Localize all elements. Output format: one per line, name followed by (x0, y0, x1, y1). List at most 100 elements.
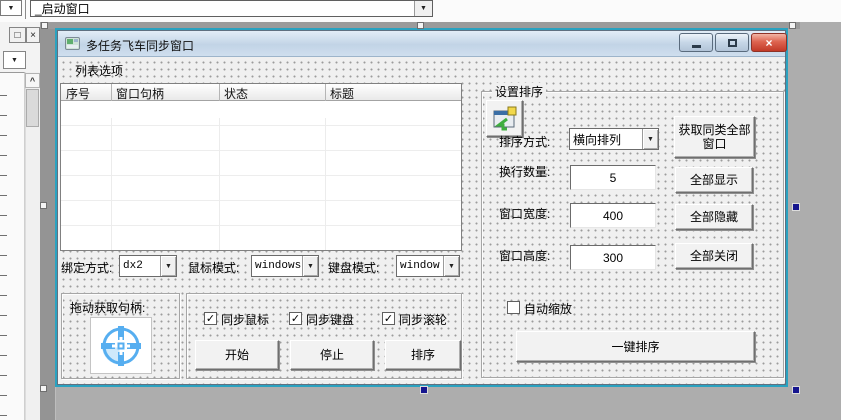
maximize-icon: □ (14, 30, 20, 41)
window-arrange-icon (491, 105, 519, 133)
bind-mode-value: dx2 (120, 256, 160, 276)
sync-keyboard-checkbox[interactable]: ✓ (289, 312, 302, 325)
dropdown-arrow-glyph: ▼ (11, 57, 18, 64)
left-dock-panel: □ × ▼ ^ (0, 22, 40, 420)
keyboard-mode-value: window (397, 256, 443, 276)
chevron-down-icon[interactable]: ▼ (0, 0, 22, 16)
window-height-input[interactable]: 300 (570, 245, 656, 270)
window-title: 多任务飞车同步窗口 (86, 37, 194, 54)
mouse-mode-combobox[interactable]: windows ▼ (251, 255, 319, 277)
close-icon: × (765, 36, 772, 50)
sort-mode-combobox[interactable]: 横向排列 ▼ (569, 128, 659, 150)
column-gridline (325, 118, 326, 250)
host-handle-bottom-left[interactable] (40, 385, 47, 392)
sync-control-panel: ✓ 同步鼠标 ✓ 同步键盘 ✓ 同步滚轮 开始 停止 排序 (186, 293, 462, 379)
chevron-down-icon[interactable]: ▼ (642, 129, 658, 149)
drag-handle-group: 拖动获取句柄: (61, 293, 180, 379)
sync-wheel-checkbox[interactable]: ✓ (382, 312, 395, 325)
sync-mouse-label[interactable]: 同步鼠标 (221, 311, 269, 328)
form-selection-border: 多任务飞车同步窗口 × 列表选项 序号 窗口句柄 状态 标题 (55, 28, 788, 387)
hide-all-button[interactable]: 全部隐藏 (675, 204, 753, 230)
fetch-all-windows-button[interactable]: 获取同类全部窗口 (674, 116, 755, 158)
start-button[interactable]: 开始 (195, 340, 279, 370)
designed-window: 多任务飞车同步窗口 × 列表选项 序号 窗口句柄 状态 标题 (57, 30, 786, 385)
host-handle-left-middle[interactable] (40, 202, 47, 209)
chevron-down-icon[interactable]: ▼ (160, 256, 176, 276)
window-arrange-icon-button[interactable] (486, 100, 523, 137)
column-header-handle[interactable]: 窗口句柄 (111, 85, 164, 102)
window-height-label: 窗口高度: (499, 247, 550, 264)
panel-maximize-button[interactable]: □ (9, 27, 26, 43)
auto-scale-checkbox[interactable] (507, 301, 520, 314)
maximize-icon (728, 39, 737, 47)
scrollbar-thumb[interactable] (26, 89, 39, 127)
up-arrow-icon: ^ (30, 76, 35, 86)
host-handle-top-center[interactable] (417, 22, 424, 29)
column-divider[interactable] (219, 84, 220, 101)
toolbar-divider (25, 0, 26, 19)
sync-mouse-checkbox[interactable]: ✓ (204, 312, 217, 325)
scroll-up-button[interactable]: ^ (25, 73, 40, 88)
maximize-button[interactable] (715, 33, 749, 52)
minimize-icon (692, 45, 701, 48)
window-titlebar[interactable]: 多任务飞车同步窗口 × (58, 31, 785, 57)
wrap-count-input[interactable]: 5 (570, 165, 656, 190)
one-click-sort-button[interactable]: 一键排序 (516, 331, 755, 362)
designer-frame-left (40, 22, 56, 420)
sort-mode-label: 排序方式: (499, 133, 550, 150)
close-all-button[interactable]: 全部关闭 (675, 243, 753, 269)
form-handle-bottom-right[interactable] (792, 386, 800, 394)
chevron-down-icon[interactable]: ▼ (302, 256, 318, 276)
chevron-down-icon[interactable]: ▼ (414, 1, 432, 16)
designer-canvas: 多任务飞车同步窗口 × 列表选项 序号 窗口句柄 状态 标题 (40, 22, 841, 420)
column-gridline (111, 118, 112, 250)
ide-form-designer: ▼ _启动窗口 ▼ □ × ▼ ^ (0, 0, 841, 420)
drag-handle-target[interactable] (90, 317, 152, 374)
sync-wheel-label[interactable]: 同步滚轮 (399, 311, 447, 328)
panel-close-button[interactable]: × (26, 27, 40, 43)
column-divider[interactable] (325, 84, 326, 101)
top-toolbar: ▼ _启动窗口 ▼ (0, 0, 841, 22)
show-all-button[interactable]: 全部显示 (675, 167, 753, 193)
bind-mode-combobox[interactable]: dx2 ▼ (119, 255, 177, 277)
close-button[interactable]: × (751, 33, 787, 52)
host-handle-top-right[interactable] (789, 22, 796, 29)
column-gridline (219, 118, 220, 250)
column-header-index[interactable]: 序号 (61, 85, 90, 102)
keyboard-mode-label: 键盘模式: (328, 259, 379, 276)
form-handle-right-middle[interactable] (792, 203, 800, 211)
sort-mode-value: 横向排列 (570, 129, 642, 149)
stop-button[interactable]: 停止 (290, 340, 374, 370)
crosshair-finder-icon (98, 323, 144, 369)
minimize-button[interactable] (679, 33, 713, 52)
window-width-input[interactable]: 400 (570, 203, 656, 228)
check-icon: ✓ (206, 312, 215, 325)
window-width-label: 窗口宽度: (499, 205, 550, 222)
dropdown-arrow-glyph: ▼ (165, 263, 172, 270)
host-handle-top-left[interactable] (41, 22, 48, 29)
listview-body (61, 101, 461, 250)
chevron-down-icon[interactable]: ▼ (443, 256, 459, 276)
bind-mode-label: 绑定方式: (61, 259, 112, 276)
panel-combo-dropdown[interactable]: ▼ (3, 51, 26, 69)
sync-keyboard-label[interactable]: 同步键盘 (306, 311, 354, 328)
drag-handle-label: 拖动获取句柄: (70, 299, 145, 316)
dropdown-arrow-glyph: ▼ (448, 263, 455, 270)
toolbox-list[interactable] (0, 72, 25, 420)
menu-item-list-options[interactable]: 列表选项 (75, 62, 123, 79)
window-listview[interactable]: 序号 窗口句柄 状态 标题 (60, 83, 462, 251)
close-icon: × (30, 30, 36, 41)
sort-settings-group: 设置排序 排序方式: 横向排列 ▼ (481, 91, 784, 378)
keyboard-mode-combobox[interactable]: window ▼ (396, 255, 460, 277)
auto-scale-label[interactable]: 自动缩放 (524, 300, 572, 317)
column-divider[interactable] (111, 84, 112, 101)
window-app-icon (65, 36, 81, 52)
check-icon: ✓ (291, 312, 300, 325)
column-header-status[interactable]: 状态 (219, 85, 248, 102)
wrap-count-label: 换行数量: (499, 163, 550, 180)
dropdown-arrow-glyph: ▼ (420, 5, 427, 12)
sort-button[interactable]: 排序 (385, 340, 461, 370)
column-header-title[interactable]: 标题 (325, 85, 354, 102)
startup-window-combobox[interactable]: _启动窗口 ▼ (30, 0, 433, 17)
form-handle-bottom-center[interactable] (420, 386, 428, 394)
